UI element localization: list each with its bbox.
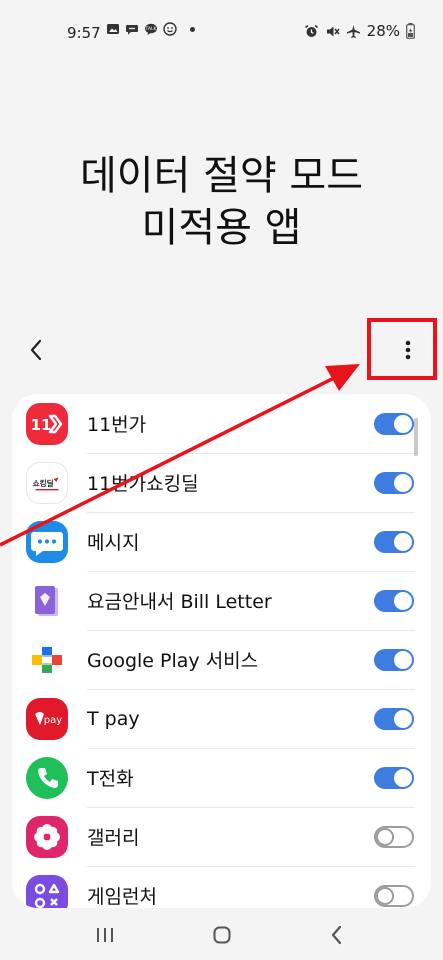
highlight-box xyxy=(367,318,437,380)
app-label: Google Play 서비스 xyxy=(87,650,259,672)
shocking-deal-icon: 쇼킹딜 xyxy=(26,462,68,504)
app-toggle[interactable] xyxy=(374,884,414,907)
list-item[interactable]: 요금안내서 Bill Letter xyxy=(12,571,431,630)
svg-text:TALK: TALK xyxy=(145,26,158,32)
app-toggle[interactable] xyxy=(374,707,414,730)
list-item[interactable]: 갤러리 xyxy=(12,807,431,866)
app-label: 11번가쇼킹딜 xyxy=(87,473,199,495)
app-label: 11번가 xyxy=(87,414,147,436)
smiley-icon xyxy=(163,22,177,36)
app-label: 갤러리 xyxy=(87,827,140,849)
talk-icon: TALK xyxy=(145,23,158,35)
app-label: 메시지 xyxy=(87,532,140,554)
tpay-icon: pay xyxy=(26,698,68,740)
status-right: 28% xyxy=(304,22,415,40)
status-time: 9:57 xyxy=(67,24,101,42)
svg-text:11: 11 xyxy=(31,416,52,434)
page-title-line-1: 데이터 절약 모드 xyxy=(79,153,364,199)
recents-button[interactable] xyxy=(90,922,120,948)
chevron-left-icon xyxy=(30,339,42,361)
app-toggle[interactable] xyxy=(374,471,414,494)
app-toggle[interactable] xyxy=(374,589,414,612)
phone-icon xyxy=(26,757,68,799)
page-title-line-2: 미적용 앱 xyxy=(141,205,302,251)
app-list: 11 11번가 쇼킹딜 11번가쇼킹딜 메시지 요금안내서 Bill Lette… xyxy=(12,394,431,908)
list-scrollbar[interactable] xyxy=(414,418,418,456)
airplane-icon xyxy=(346,24,360,38)
list-item[interactable]: Google Play 서비스 xyxy=(12,630,431,689)
back-button[interactable] xyxy=(22,334,50,366)
list-item[interactable]: 게임런처 xyxy=(12,866,431,908)
list-item[interactable]: T전화 xyxy=(12,748,431,807)
app-toggle[interactable] xyxy=(374,412,414,435)
app-toggle[interactable] xyxy=(374,530,414,553)
chat-bubble-icon xyxy=(126,25,138,35)
alarm-icon xyxy=(304,24,318,37)
nav-back-icon xyxy=(331,925,342,945)
game-launcher-icon xyxy=(26,875,68,908)
list-item[interactable]: 메시지 xyxy=(12,512,431,571)
status-bar: 9:57 TALK 28% xyxy=(0,0,443,66)
home-icon xyxy=(213,926,231,944)
gallery-flower-icon xyxy=(26,816,68,858)
list-item[interactable]: pay T pay xyxy=(12,689,431,748)
list-item[interactable]: 11 11번가 xyxy=(12,394,431,453)
app-label: 게임런처 xyxy=(87,886,157,908)
battery-percent: 28% xyxy=(366,22,400,40)
navigation-bar xyxy=(0,910,443,960)
more-notifications-dot xyxy=(190,26,195,32)
notification-icons: TALK xyxy=(106,22,195,36)
svg-text:쇼킹딜: 쇼킹딜 xyxy=(33,478,54,488)
google-play-services-icon xyxy=(26,639,68,681)
app-toggle[interactable] xyxy=(374,766,414,789)
list-item[interactable]: 쇼킹딜 11번가쇼킹딜 xyxy=(12,453,431,512)
app-label: 요금안내서 Bill Letter xyxy=(87,591,272,613)
nav-back-button[interactable] xyxy=(322,922,352,948)
app-toggle[interactable] xyxy=(374,825,414,848)
mute-icon xyxy=(326,26,340,36)
gallery-icon xyxy=(107,24,119,34)
app-label: T pay xyxy=(87,707,140,730)
messages-icon xyxy=(26,521,68,563)
app-toggle[interactable] xyxy=(374,648,414,671)
page-title: 데이터 절약 모드 미적용 앱 xyxy=(0,150,443,254)
battery-icon xyxy=(406,23,415,39)
11st-icon: 11 xyxy=(26,403,68,445)
recents-icon xyxy=(97,928,113,942)
app-label: T전화 xyxy=(87,768,134,790)
bill-letter-icon xyxy=(26,580,68,622)
home-button[interactable] xyxy=(207,922,237,948)
svg-text:pay: pay xyxy=(44,715,62,726)
